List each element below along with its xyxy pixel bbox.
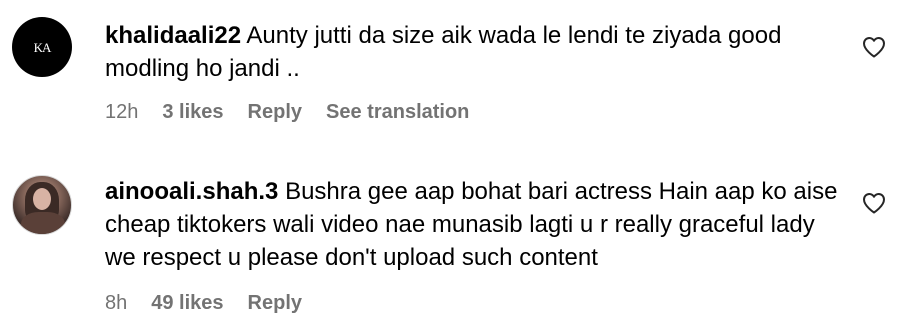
comment-likes-count[interactable]: 49 likes [151,292,223,315]
heart-outline-icon[interactable] [862,36,886,58]
comment-username[interactable]: ainooali.shah.3 [105,178,278,205]
avatar[interactable]: KA [12,17,72,77]
comment-username[interactable]: khalidaali22 [105,22,241,49]
reply-button[interactable]: Reply [248,292,302,315]
reply-button[interactable]: Reply [248,101,302,124]
comment-likes-count[interactable]: 3 likes [162,101,223,124]
comment-body: khalidaali22 Aunty jutti da size aik wad… [105,19,845,85]
comment-body: ainooali.shah.3 Bushra gee aap bohat bar… [105,175,845,274]
avatar-monogram: KA [33,39,52,55]
comment-meta: 8h 49 likes Reply [105,292,326,315]
see-translation-button[interactable]: See translation [326,101,469,124]
heart-outline-icon[interactable] [862,192,886,214]
comment-meta: 12h 3 likes Reply See translation [105,101,469,124]
comment-timestamp[interactable]: 8h [105,292,127,315]
comment-item: KA khalidaali22 Aunty jutti da size aik … [0,0,909,140]
avatar[interactable] [12,175,72,235]
comment-timestamp[interactable]: 12h [105,101,138,124]
